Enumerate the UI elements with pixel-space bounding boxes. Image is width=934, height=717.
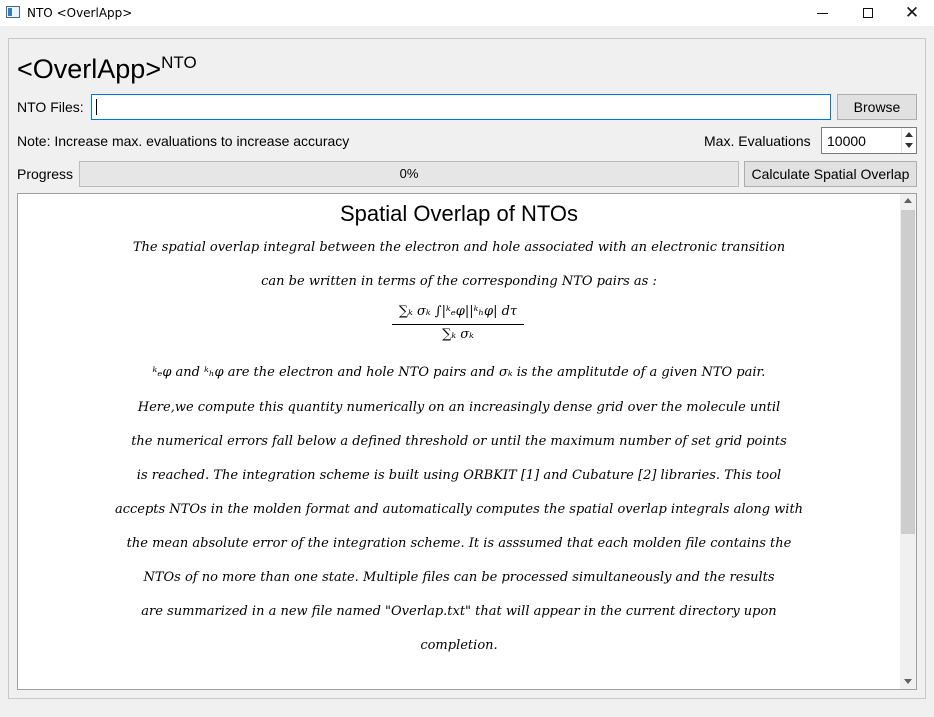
description-line: ᵏₑφ and ᵏₕφ are the electron and hole NT… [152, 365, 766, 380]
spin-down-arrow-icon[interactable] [905, 143, 913, 148]
calculate-spatial-overlap-button[interactable]: Calculate Spatial Overlap [744, 161, 917, 187]
scroll-down-arrow-icon[interactable] [904, 679, 912, 684]
progress-bar: 0% [79, 161, 739, 187]
description-line: is reached. The integration scheme is bu… [136, 468, 782, 483]
description-line: The spatial overlap integral between the… [132, 240, 786, 255]
description-line: accepts NTOs in the molden format and au… [114, 502, 804, 517]
vertical-scrollbar[interactable] [900, 194, 916, 689]
description-line: NTOs of no more than one state. Multiple… [143, 570, 775, 585]
max-evaluations-spinbox[interactable]: 10000 [821, 127, 917, 154]
spin-up-arrow-icon[interactable] [905, 132, 913, 137]
description-line: the numerical errors fall below a define… [131, 434, 787, 449]
close-icon: ✕ [904, 2, 920, 23]
minimize-button[interactable] [800, 0, 844, 26]
progress-label: Progress [17, 166, 74, 182]
window-title-bar: NTO <OverlApp> ✕ [0, 0, 934, 26]
description-line: can be written in terms of the correspon… [261, 274, 657, 289]
text-caret [96, 99, 97, 115]
app-window-icon [6, 6, 20, 18]
close-button[interactable]: ✕ [890, 0, 934, 26]
app-heading-text: <OverlApp> [17, 54, 162, 84]
max-evaluations-value: 10000 [827, 133, 866, 149]
description-line: Here,we compute this quantity numericall… [137, 400, 781, 415]
description-line: completion. [420, 638, 498, 653]
description-text-browser[interactable]: Spatial Overlap of NTOs The spatial over… [17, 193, 917, 690]
maximize-icon [863, 8, 873, 18]
accuracy-note: Note: Increase max. evaluations to incre… [17, 133, 350, 149]
scroll-up-arrow-icon[interactable] [904, 198, 912, 203]
nto-files-input[interactable] [91, 94, 831, 120]
window-title: NTO <OverlApp> [27, 6, 133, 20]
progress-text: 0% [399, 166, 419, 181]
scrollbar-thumb[interactable] [901, 210, 915, 534]
spinbox-arrows [901, 128, 916, 153]
description-title: Spatial Overlap of NTOs [339, 201, 579, 226]
maximize-button[interactable] [846, 0, 890, 26]
description-content: Spatial Overlap of NTOs The spatial over… [18, 194, 900, 689]
description-line: the mean absolute error of the integrati… [126, 536, 792, 551]
formula-denominator: ∑ₖ σₖ [442, 327, 474, 342]
app-heading-superscript: NTO [161, 53, 197, 72]
description-line: are summarized in a new file named "Over… [141, 604, 777, 619]
app-heading: <OverlApp>NTO [17, 52, 197, 90]
minimize-icon [816, 12, 828, 14]
formula-fraction-bar [392, 324, 524, 325]
nto-files-label: NTO Files: [17, 99, 84, 115]
max-evaluations-label: Max. Evaluations [704, 133, 811, 149]
browse-button[interactable]: Browse [837, 94, 917, 120]
overlap-formula: ∑ₖ σₖ ∫|ᵏₑφ||ᵏₕφ| dτ ∑ₖ σₖ [388, 302, 528, 346]
formula-numerator: ∑ₖ σₖ ∫|ᵏₑφ||ᵏₕφ| dτ [398, 304, 518, 319]
